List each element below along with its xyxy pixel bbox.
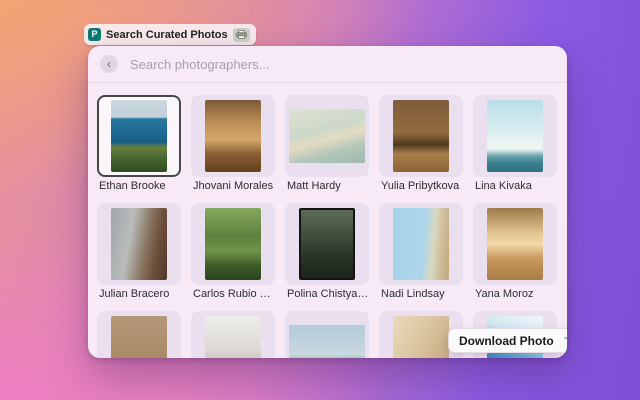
photographer-name: Nadi Lindsay xyxy=(379,288,463,300)
photo-cell[interactable] xyxy=(97,311,181,358)
photo-tile[interactable] xyxy=(473,95,557,177)
photographer-name: Yana Moroz xyxy=(473,288,557,300)
command-badge[interactable]: P Search Curated Photos xyxy=(84,24,256,45)
photographer-name: Polina Chistyakova xyxy=(285,288,369,300)
photographer-name: Julian Bracero xyxy=(97,288,181,300)
photo-tile[interactable] xyxy=(191,203,275,285)
photo-tile[interactable] xyxy=(191,95,275,177)
photo-thumbnail xyxy=(111,208,167,280)
photo-cell[interactable]: Carlos Rubio Tristan xyxy=(191,203,275,300)
photo-tile[interactable] xyxy=(379,95,463,177)
photo-thumbnail xyxy=(393,316,449,358)
option-key-icon: ⌥ xyxy=(564,334,567,347)
photo-tile[interactable] xyxy=(191,311,275,358)
photo-thumbnail xyxy=(487,100,543,172)
photo-tile[interactable] xyxy=(285,203,369,285)
photographer-name: Lina Kivaka xyxy=(473,180,557,192)
photographer-name: Yulia Pribytkova xyxy=(379,180,463,192)
back-button[interactable]: ‹ xyxy=(100,55,118,73)
photo-tile[interactable] xyxy=(285,311,369,358)
photo-thumbnail xyxy=(111,100,167,172)
photographer-name: Matt Hardy xyxy=(285,180,369,192)
photo-thumbnail xyxy=(289,109,365,163)
photographer-name: Jhovani Morales xyxy=(191,180,275,192)
photo-tile[interactable] xyxy=(97,311,181,358)
pexels-window: ‹ Ethan Brooke Jhovani Morales Matt Hardy Y… xyxy=(88,46,567,358)
photo-cell[interactable]: Julian Bracero xyxy=(97,203,181,300)
photo-cell[interactable]: Ethan Brooke xyxy=(97,95,181,192)
photo-cell[interactable] xyxy=(191,311,275,358)
download-photo-tooltip[interactable]: Download Photo ⌥ xyxy=(448,328,567,353)
photo-thumbnail xyxy=(205,316,261,358)
command-badge-label: Search Curated Photos xyxy=(106,29,228,41)
printer-icon[interactable] xyxy=(233,28,250,42)
photo-tile-selected[interactable] xyxy=(97,95,181,177)
photographer-name: Ethan Brooke xyxy=(97,180,181,192)
photo-thumbnail xyxy=(205,100,261,172)
photo-cell[interactable]: Yana Moroz xyxy=(473,203,557,300)
photo-tile[interactable] xyxy=(285,95,369,177)
photo-tile[interactable] xyxy=(473,203,557,285)
download-photo-label: Download Photo xyxy=(459,334,554,348)
search-bar: ‹ xyxy=(88,46,567,83)
photo-cell[interactable]: Polina Chistyakova xyxy=(285,203,369,300)
photo-cell[interactable] xyxy=(285,311,369,358)
photo-cell[interactable]: Nadi Lindsay xyxy=(379,203,463,300)
photographer-name: Carlos Rubio Tristan xyxy=(191,288,275,300)
photo-cell[interactable]: Jhovani Morales xyxy=(191,95,275,192)
photo-thumbnail xyxy=(299,208,355,280)
pexels-icon: P xyxy=(88,28,101,41)
photo-cell[interactable]: Matt Hardy xyxy=(285,95,369,192)
photo-cell[interactable]: Yulia Pribytkova xyxy=(379,95,463,192)
photo-thumbnail xyxy=(487,208,543,280)
photo-cell[interactable]: Lina Kivaka xyxy=(473,95,557,192)
photo-thumbnail xyxy=(205,208,261,280)
photo-thumbnail xyxy=(393,208,449,280)
photo-thumbnail xyxy=(289,325,365,358)
photo-thumbnail xyxy=(393,100,449,172)
photo-tile[interactable] xyxy=(379,203,463,285)
photo-tile[interactable] xyxy=(97,203,181,285)
photo-thumbnail xyxy=(111,316,167,358)
photo-grid: Ethan Brooke Jhovani Morales Matt Hardy Yul… xyxy=(88,83,567,358)
desktop: { "background": { "top_left_color": "#f4… xyxy=(0,0,640,400)
search-input[interactable] xyxy=(128,56,555,73)
